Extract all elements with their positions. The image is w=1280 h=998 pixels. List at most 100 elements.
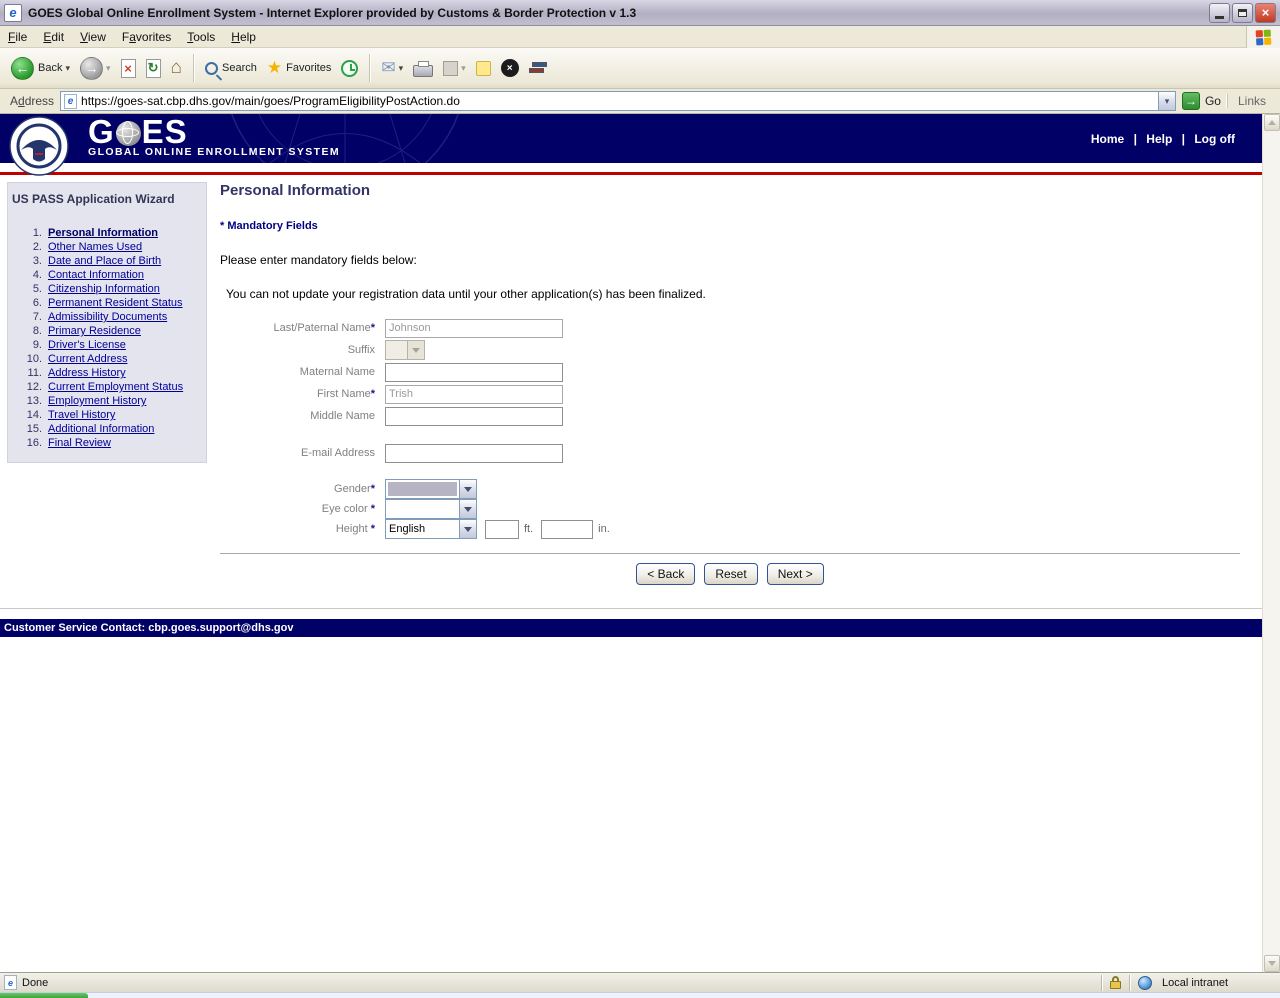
restore-button[interactable] <box>1232 3 1253 23</box>
wizard-list: 1.Personal Information 2.Other Names Use… <box>8 226 206 450</box>
go-icon: → <box>1182 92 1200 110</box>
discuss-icon: × <box>501 59 519 77</box>
height-label: Height * <box>220 523 375 535</box>
menu-edit[interactable]: Edit <box>35 27 72 47</box>
chevron-down-icon[interactable] <box>459 500 476 518</box>
menu-favorites[interactable]: Favorites <box>114 27 179 47</box>
back-wizard-button[interactable]: < Back <box>636 563 695 585</box>
start-button-edge[interactable] <box>0 993 88 998</box>
home-button[interactable]: ⌂ <box>166 57 187 79</box>
chevron-down-icon[interactable] <box>459 520 476 538</box>
wizard-link[interactable]: Final Review <box>48 436 111 450</box>
eye-color-select[interactable] <box>385 499 477 519</box>
status-bar: e Done Local intranet <box>0 972 1280 992</box>
wizard-link[interactable]: Employment History <box>48 394 146 408</box>
wizard-link[interactable]: Admissibility Documents <box>48 310 167 324</box>
nav-separator: | <box>1182 132 1185 146</box>
nav-help-link[interactable]: Help <box>1146 132 1172 146</box>
form-row-middle-name: Middle Name <box>220 405 1240 427</box>
reset-button[interactable]: Reset <box>704 563 757 585</box>
stop-button[interactable]: × <box>116 56 141 81</box>
close-button[interactable]: × <box>1255 3 1276 23</box>
wizard-link[interactable]: Additional Information <box>48 422 154 436</box>
back-button[interactable]: ← Back ▾ <box>6 54 75 83</box>
wizard-item-employment-history: 13.Employment History <box>8 394 206 408</box>
search-button[interactable]: Search <box>200 59 262 78</box>
refresh-button[interactable]: ↻ <box>141 56 166 81</box>
search-label: Search <box>222 62 257 74</box>
next-button[interactable]: Next > <box>767 563 824 585</box>
wizard-link[interactable]: Current Employment Status <box>48 380 183 394</box>
favorites-button[interactable]: ★ Favorites <box>262 57 337 79</box>
gender-select[interactable] <box>385 479 477 499</box>
research-icon <box>529 60 547 76</box>
middle-name-control <box>385 407 563 426</box>
wizard-link[interactable]: Date and Place of Birth <box>48 254 161 268</box>
web-page: G ES GLOBAL ONLINE ENROLLMENT SYSTEM Hom… <box>0 114 1262 972</box>
scroll-down-button[interactable] <box>1264 955 1280 972</box>
wizard-link[interactable]: Permanent Resident Status <box>48 296 183 310</box>
wizard-num: 1. <box>8 226 48 240</box>
wizard-link[interactable]: Personal Information <box>48 226 158 240</box>
form-row-gender: Gender* <box>220 479 1240 499</box>
mandatory-fields-note: * Mandatory Fields <box>220 220 1240 232</box>
wizard-link[interactable]: Current Address <box>48 352 127 366</box>
vertical-scrollbar[interactable] <box>1262 114 1280 972</box>
scroll-up-button[interactable] <box>1264 114 1280 131</box>
wizard-num: 13. <box>8 394 48 408</box>
nav-home-link[interactable]: Home <box>1091 132 1124 146</box>
wizard-item-admissibility: 7.Admissibility Documents <box>8 310 206 324</box>
security-zone-lock <box>1102 973 1129 992</box>
mail-button[interactable]: ✉ ▾ <box>376 58 408 78</box>
menu-file[interactable]: File <box>0 27 35 47</box>
scroll-down-icon <box>1268 961 1276 966</box>
wizard-link[interactable]: Contact Information <box>48 268 144 282</box>
wizard-item-drivers-license: 9.Driver's License <box>8 338 206 352</box>
wizard-link[interactable]: Travel History <box>48 408 115 422</box>
mail-dropdown-icon[interactable]: ▾ <box>399 63 404 74</box>
minimize-button[interactable] <box>1209 3 1230 23</box>
research-button[interactable] <box>524 57 552 79</box>
menu-help[interactable]: Help <box>223 27 264 47</box>
maternal-name-input[interactable] <box>385 363 563 382</box>
status-ie-icon: e <box>4 975 17 990</box>
print-button[interactable] <box>408 56 438 80</box>
form-spacer <box>220 464 1240 479</box>
wizard-num: 9. <box>8 338 48 352</box>
height-inches-input[interactable] <box>541 520 593 539</box>
wizard-link[interactable]: Address History <box>48 366 126 380</box>
wizard-link[interactable]: Primary Residence <box>48 324 141 338</box>
wizard-link[interactable]: Other Names Used <box>48 240 142 254</box>
go-button[interactable]: → Go <box>1182 92 1221 110</box>
address-input[interactable] <box>81 94 1158 108</box>
form-row-email: E-mail Address <box>220 442 1240 464</box>
menu-view[interactable]: View <box>72 27 114 47</box>
nav-logoff-link[interactable]: Log off <box>1194 132 1235 146</box>
wizard-item-additional-info: 15.Additional Information <box>8 422 206 436</box>
back-dropdown-icon[interactable]: ▾ <box>65 63 70 74</box>
height-unit-select[interactable]: English <box>385 519 477 539</box>
forward-button[interactable]: → ▾ <box>75 54 116 83</box>
wizard-link[interactable]: Citizenship Information <box>48 282 160 296</box>
history-button[interactable] <box>336 57 363 80</box>
middle-name-input[interactable] <box>385 407 563 426</box>
last-name-label: Last/Paternal Name* <box>220 322 375 334</box>
goes-logo-text: G ES <box>88 117 340 147</box>
height-feet-input[interactable] <box>485 520 519 539</box>
wizard-num: 2. <box>8 240 48 254</box>
eye-color-control <box>385 499 477 519</box>
wizard-link[interactable]: Driver's License <box>48 338 126 352</box>
email-input[interactable] <box>385 444 563 463</box>
notes-button[interactable] <box>471 58 496 79</box>
edit-button[interactable]: ▾ <box>438 58 471 79</box>
form-row-last-name: Last/Paternal Name* <box>220 317 1240 339</box>
restore-icon <box>1238 9 1247 17</box>
wizard-item-personal-information: 1.Personal Information <box>8 226 206 240</box>
wizard-buttons: < Back Reset Next > <box>220 563 1240 585</box>
wizard-num: 3. <box>8 254 48 268</box>
address-dropdown-button[interactable]: ▾ <box>1158 92 1175 110</box>
menu-tools[interactable]: Tools <box>179 27 223 47</box>
links-menu[interactable]: Links <box>1227 94 1276 108</box>
chevron-down-icon[interactable] <box>459 480 476 498</box>
discuss-button[interactable]: × <box>496 56 524 80</box>
